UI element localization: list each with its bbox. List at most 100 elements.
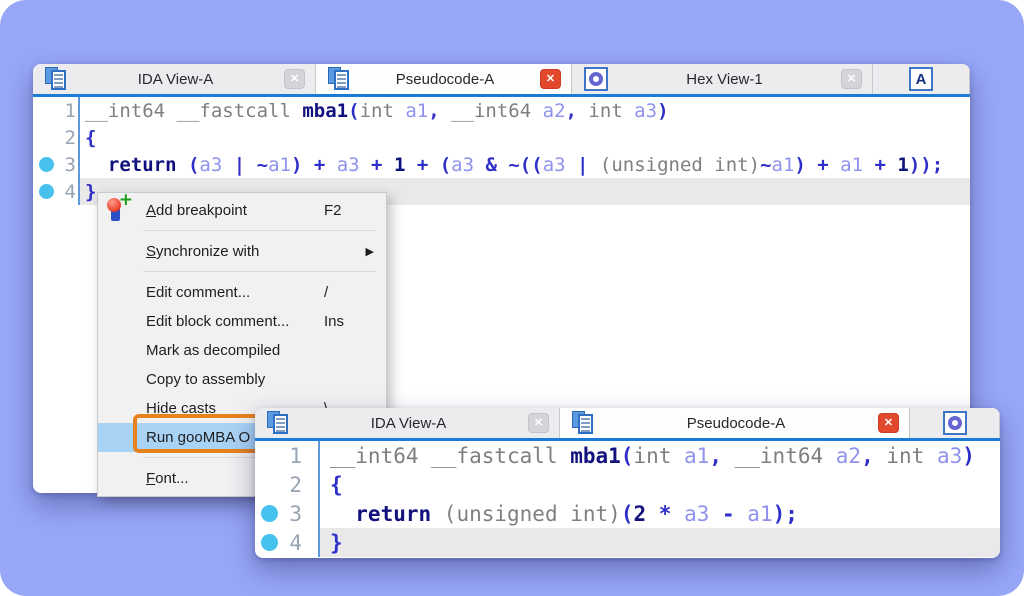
close-tab-button[interactable]: ✕ — [540, 69, 561, 89]
document-front-sheet — [273, 414, 288, 434]
tab-pseudocode-a[interactable]: Pseudocode-A✕ — [316, 64, 572, 94]
code-token: __int64 __fastcall — [85, 100, 302, 122]
code-token: __int64 __fastcall — [330, 444, 570, 468]
code-token: | — [566, 154, 600, 176]
code-text[interactable]: { — [85, 127, 96, 149]
code-token: a2 — [543, 100, 566, 122]
code-text[interactable]: return (a3 | ~a1) + a3 + 1 + (a3 & ~((a3… — [85, 154, 943, 176]
code-token: ( — [348, 100, 359, 122]
tab-struct-view[interactable]: A — [873, 64, 970, 94]
code-line-4[interactable]: 4} — [255, 528, 1000, 557]
document-text-line — [54, 82, 63, 84]
document-front-sheet — [334, 70, 349, 90]
document-front-sheet — [578, 414, 593, 434]
code-token: mba1 — [302, 100, 348, 122]
menu-item-edit-block-comment[interactable]: Edit block comment...Ins — [98, 307, 386, 336]
code-token: | ~ — [222, 154, 268, 176]
close-tab-button[interactable]: ✕ — [284, 69, 305, 89]
structures-view-icon: A — [909, 67, 933, 91]
code-line-1[interactable]: 1__int64 __fastcall mba1(int a1, __int64… — [255, 441, 1000, 470]
code-token: ( — [621, 444, 634, 468]
line-number: 3 — [283, 502, 302, 526]
document-text-line — [337, 78, 346, 80]
tab-ida-view-a[interactable]: IDA View-A ✕ — [255, 408, 560, 438]
code-token: )); — [909, 154, 943, 176]
pseudocode-view: 1__int64 __fastcall mba1(int a1, __int64… — [255, 441, 1000, 557]
code-token: mba1 — [570, 444, 621, 468]
code-text[interactable]: return (unsigned int)(2 * a3 - a1); — [330, 502, 798, 526]
code-token: a1 — [405, 100, 428, 122]
code-token: a3 — [199, 154, 222, 176]
tab-hex-view-1[interactable]: Hex View-1 ✕ — [572, 64, 873, 94]
menu-item-edit-comment[interactable]: Edit comment.../ — [98, 278, 386, 307]
document-text-line — [276, 430, 285, 432]
code-token: a3 — [451, 154, 474, 176]
code-token: a3 — [937, 444, 962, 468]
code-token: ) + — [794, 154, 840, 176]
code-token: (unsigned int) — [600, 154, 760, 176]
line-number: 4 — [59, 181, 76, 203]
document-text-line — [54, 74, 63, 76]
menu-item-label: Edit block comment... — [146, 313, 289, 330]
code-token: ( — [188, 154, 199, 176]
tab-pseudocode-a[interactable]: Pseudocode-A✕ — [560, 408, 910, 438]
code-line-2[interactable]: 2{ — [255, 470, 1000, 499]
document-text-line — [54, 78, 63, 80]
menu-item-label: Font... — [146, 470, 189, 487]
code-token: } — [85, 181, 96, 203]
tab-ida-view-a[interactable]: IDA View-A✕ — [33, 64, 316, 94]
code-token: + — [360, 154, 394, 176]
code-token: 1 — [394, 154, 405, 176]
code-token: & ~(( — [474, 154, 543, 176]
line-number: 3 — [59, 154, 76, 176]
menu-item-label: Copy to assembly — [146, 371, 265, 388]
code-token: a3 — [543, 154, 566, 176]
code-line-1[interactable]: 1__int64 __fastcall mba1(int a1, __int64… — [33, 97, 970, 124]
menu-item-copy-to-assembly[interactable]: Copy to assembly — [98, 365, 386, 394]
menu-item-add-breakpoint[interactable]: + Add breakpoint F2 — [98, 196, 386, 225]
code-token: __int64 — [735, 444, 836, 468]
code-text[interactable]: } — [330, 531, 343, 555]
add-breakpoint-icon: + — [107, 198, 129, 223]
tab-label: Hex View-1 — [614, 71, 835, 88]
code-token: a2 — [836, 444, 861, 468]
code-text[interactable]: { — [330, 473, 343, 497]
line-number: 4 — [283, 531, 302, 555]
code-line-3[interactable]: 3 return (a3 | ~a1) + a3 + 1 + (a3 & ~((… — [33, 151, 970, 178]
pseudocode-view: 1__int64 __fastcall mba1(int a1, __int64… — [33, 97, 970, 205]
gutter-separator — [318, 441, 320, 557]
document-text-line — [337, 86, 346, 88]
hex-view-icon — [943, 411, 967, 435]
tab-hex-view[interactable] — [910, 408, 1000, 438]
menu-item-mark-as-decompiled[interactable]: Mark as decompiled — [98, 336, 386, 365]
code-token: ) + — [291, 154, 337, 176]
code-token: , — [566, 100, 589, 122]
menu-item-label: Add breakpoint — [146, 202, 247, 219]
code-token: , — [709, 444, 734, 468]
code-text[interactable]: __int64 __fastcall mba1(int a1, __int64 … — [85, 100, 669, 122]
tab-label: IDA View-A — [295, 415, 522, 432]
code-token: 1 — [897, 154, 908, 176]
code-token: a1 — [747, 502, 772, 526]
close-tab-button[interactable]: ✕ — [528, 413, 549, 433]
code-text[interactable]: __int64 __fastcall mba1(int a1, __int64 … — [330, 444, 975, 468]
code-line-2[interactable]: 2{ — [33, 124, 970, 151]
code-line-3[interactable]: 3 return (unsigned int)(2 * a3 - a1); — [255, 499, 1000, 528]
menu-shortcut: F2 — [324, 202, 342, 219]
document-view-icon — [328, 67, 350, 91]
screenshot-stage: IDA View-A✕Pseudocode-A✕Hex View-1✕A 1__… — [0, 0, 1024, 596]
code-token: int — [360, 100, 406, 122]
line-number: 1 — [59, 100, 76, 122]
code-token: a1 — [268, 154, 291, 176]
code-token: - — [709, 502, 747, 526]
submenu-arrow-icon: ▶ — [366, 245, 374, 258]
close-tab-button[interactable]: ✕ — [841, 69, 862, 89]
code-text[interactable]: } — [85, 181, 96, 203]
hex-view-icon — [584, 67, 608, 91]
code-token: return — [85, 154, 188, 176]
code-token: ) — [657, 100, 668, 122]
document-view-icon — [267, 411, 289, 435]
menu-item-synchronize-with[interactable]: Synchronize with▶ — [98, 237, 386, 266]
close-tab-button[interactable]: ✕ — [878, 413, 899, 433]
code-token: int — [886, 444, 937, 468]
